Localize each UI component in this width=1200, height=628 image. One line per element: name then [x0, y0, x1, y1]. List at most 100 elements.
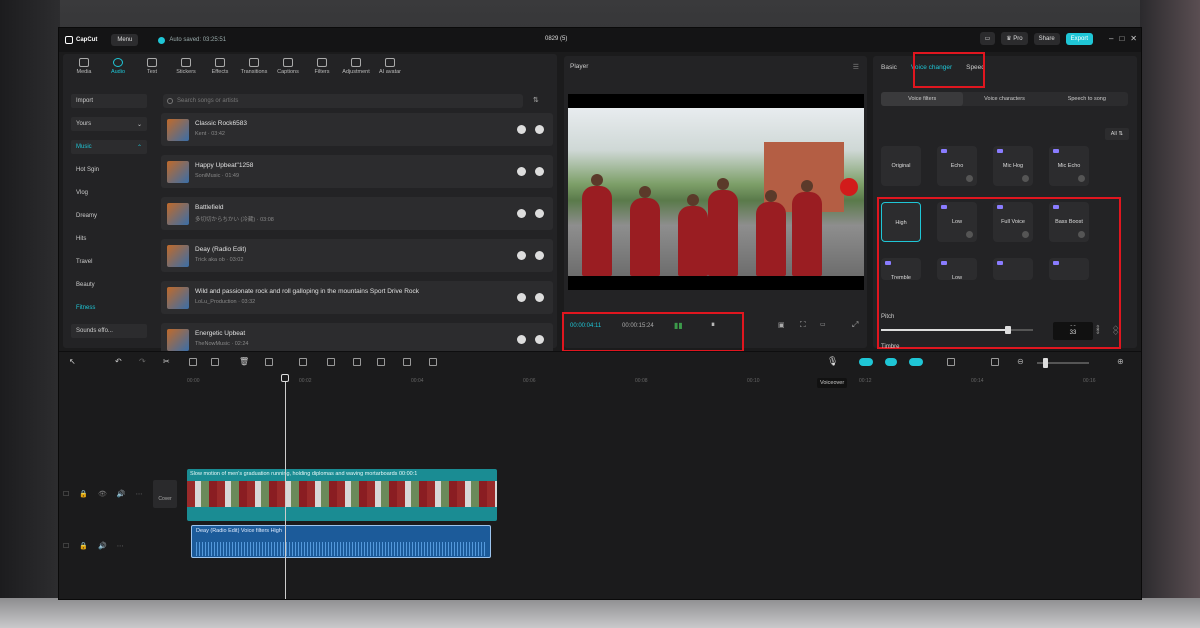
- split-icon[interactable]: ✂: [163, 357, 170, 366]
- import-button[interactable]: Import: [71, 94, 147, 108]
- add-icon[interactable]: [535, 125, 544, 134]
- split-right-icon[interactable]: [211, 358, 219, 366]
- pro-button[interactable]: ♛ Pro: [1001, 32, 1028, 45]
- zoom-out-icon[interactable]: ⊖: [1017, 357, 1024, 366]
- tool-tab-text[interactable]: Text: [135, 58, 169, 75]
- rotate-icon[interactable]: [377, 358, 385, 366]
- add-icon[interactable]: [535, 167, 544, 176]
- song-item[interactable]: Wild and passionate rock and roll gallop…: [161, 281, 553, 314]
- song-item[interactable]: Battlefield 多切切からちかい (冷藏) · 03:08: [161, 197, 553, 230]
- track-lock-icon[interactable]: 🔒: [79, 542, 88, 550]
- audio-icon[interactable]: [403, 358, 411, 366]
- tool-tab-transitions[interactable]: Transitions: [237, 58, 271, 75]
- close-icon[interactable]: ✕: [1130, 34, 1137, 43]
- tab-basic[interactable]: Basic: [881, 64, 897, 71]
- filter-icon[interactable]: ⇅: [533, 96, 539, 104]
- yours-dropdown[interactable]: Yours ⌄: [71, 117, 147, 131]
- download-icon[interactable]: [517, 335, 526, 344]
- track-select-icon[interactable]: ☐: [63, 542, 69, 550]
- fullscreen-icon[interactable]: ⤢: [852, 320, 858, 330]
- mirror-icon[interactable]: [353, 358, 361, 366]
- timbre-value[interactable]: 33: [1053, 326, 1093, 340]
- video-preview[interactable]: [568, 94, 864, 290]
- song-item[interactable]: Happy Upbeat"1258 SoniMusic · 01:49: [161, 155, 553, 188]
- reverse-icon[interactable]: [327, 358, 335, 366]
- segment-voice-filters[interactable]: Voice filters: [881, 92, 964, 106]
- pitch-slider[interactable]: [881, 326, 1033, 334]
- screenshot-icon[interactable]: ▣: [778, 321, 785, 329]
- download-icon[interactable]: [517, 167, 526, 176]
- select-tool-icon[interactable]: ↖: [69, 357, 76, 366]
- minimize-icon[interactable]: –: [1109, 34, 1113, 43]
- download-icon[interactable]: [517, 251, 526, 260]
- audio-clip[interactable]: Deay (Radio Edit) Voice filters High: [191, 525, 491, 558]
- playhead-handle[interactable]: [281, 374, 289, 382]
- cover-button[interactable]: Cover: [153, 480, 177, 508]
- menu-button[interactable]: Menu: [111, 34, 139, 46]
- delete-icon[interactable]: 🗑: [239, 357, 249, 366]
- music-dropdown[interactable]: Music ⌃: [71, 140, 147, 154]
- caption-icon[interactable]: [991, 358, 999, 366]
- split-left-icon[interactable]: [189, 358, 197, 366]
- segment-voice-characters[interactable]: Voice characters: [963, 92, 1045, 106]
- category-item[interactable]: Vlog: [71, 186, 147, 200]
- tool-tab-ai-avatar[interactable]: AI avatar: [373, 58, 407, 75]
- export-button[interactable]: Export: [1065, 32, 1093, 45]
- category-item[interactable]: Fitness: [71, 301, 147, 315]
- download-icon[interactable]: [517, 125, 526, 134]
- track-more-icon[interactable]: ⋯: [136, 490, 143, 498]
- video-clip[interactable]: Slow motion of men's graduation running,…: [187, 469, 497, 521]
- category-item[interactable]: Hits: [71, 232, 147, 246]
- category-item[interactable]: Hot Sgin: [71, 163, 147, 177]
- tool-tab-filters[interactable]: Filters: [305, 58, 339, 75]
- download-icon[interactable]: [517, 209, 526, 218]
- tool-tab-captions[interactable]: Captions: [271, 58, 305, 75]
- all-filter-button[interactable]: All ⇅: [1104, 128, 1129, 140]
- share-button[interactable]: Share: [1033, 32, 1060, 45]
- segment-speech-to-song[interactable]: Speech to song: [1046, 92, 1128, 106]
- mark-icon[interactable]: [265, 358, 273, 366]
- voice-filter-tile[interactable]: Echo: [937, 146, 977, 186]
- add-icon[interactable]: [535, 335, 544, 344]
- preview-axis-toggle[interactable]: [909, 358, 923, 366]
- track-lock-icon[interactable]: 🔒: [79, 490, 88, 498]
- sounds-effects-dropdown[interactable]: Sounds effo...: [71, 324, 147, 338]
- song-item[interactable]: Classic Rock6583 Kent · 03:42: [161, 113, 553, 146]
- tool-tab-media[interactable]: Media: [67, 58, 101, 75]
- voice-filter-tile[interactable]: Original: [881, 146, 921, 186]
- audio-split-icon[interactable]: [947, 358, 955, 366]
- track-visibility-icon[interactable]: 👁: [98, 490, 107, 498]
- undo-icon[interactable]: ↶: [115, 357, 122, 366]
- ratio-button[interactable]: ▭: [820, 321, 826, 328]
- add-icon[interactable]: [535, 209, 544, 218]
- download-icon[interactable]: [517, 293, 526, 302]
- magnet-toggle[interactable]: [885, 358, 897, 366]
- link-toggle[interactable]: [859, 358, 873, 366]
- voice-filter-tile[interactable]: Mic Echo: [1049, 146, 1089, 186]
- playhead-line[interactable]: [285, 375, 286, 599]
- microphone-icon[interactable]: 🎙: [827, 356, 838, 367]
- pitch-slider-handle[interactable]: [1005, 326, 1011, 334]
- player-menu-icon[interactable]: ☰: [853, 63, 859, 71]
- zoom-in-icon[interactable]: ⊕: [1117, 357, 1124, 366]
- timbre-stepper-icon[interactable]: ⇕: [1095, 328, 1101, 336]
- layout-button[interactable]: ▭: [979, 32, 996, 45]
- zoom-slider-handle[interactable]: [1043, 358, 1048, 368]
- track-mute-icon[interactable]: 🔊: [117, 490, 126, 498]
- add-icon[interactable]: [535, 293, 544, 302]
- track-mute-icon[interactable]: 🔊: [98, 542, 107, 550]
- track-more-icon[interactable]: ⋯: [117, 542, 124, 550]
- tool-tab-effects[interactable]: Effects: [203, 58, 237, 75]
- freeze-icon[interactable]: [299, 358, 307, 366]
- crop-timeline-icon[interactable]: [429, 358, 437, 366]
- search-input[interactable]: Search songs or artists: [163, 94, 523, 108]
- tool-tab-adjustment[interactable]: Adjustment: [339, 58, 373, 75]
- category-item[interactable]: Travel: [71, 255, 147, 269]
- maximize-icon[interactable]: □: [1119, 34, 1124, 43]
- crop-icon[interactable]: ⛶: [800, 320, 806, 330]
- track-select-icon[interactable]: ☐: [63, 490, 69, 498]
- timbre-keyframe-icon[interactable]: ◇: [1113, 328, 1118, 336]
- tool-tab-audio[interactable]: Audio: [101, 58, 135, 75]
- redo-icon[interactable]: ↷: [139, 357, 146, 366]
- song-item[interactable]: Deay (Radio Edit) Trick aka ob · 03:02: [161, 239, 553, 272]
